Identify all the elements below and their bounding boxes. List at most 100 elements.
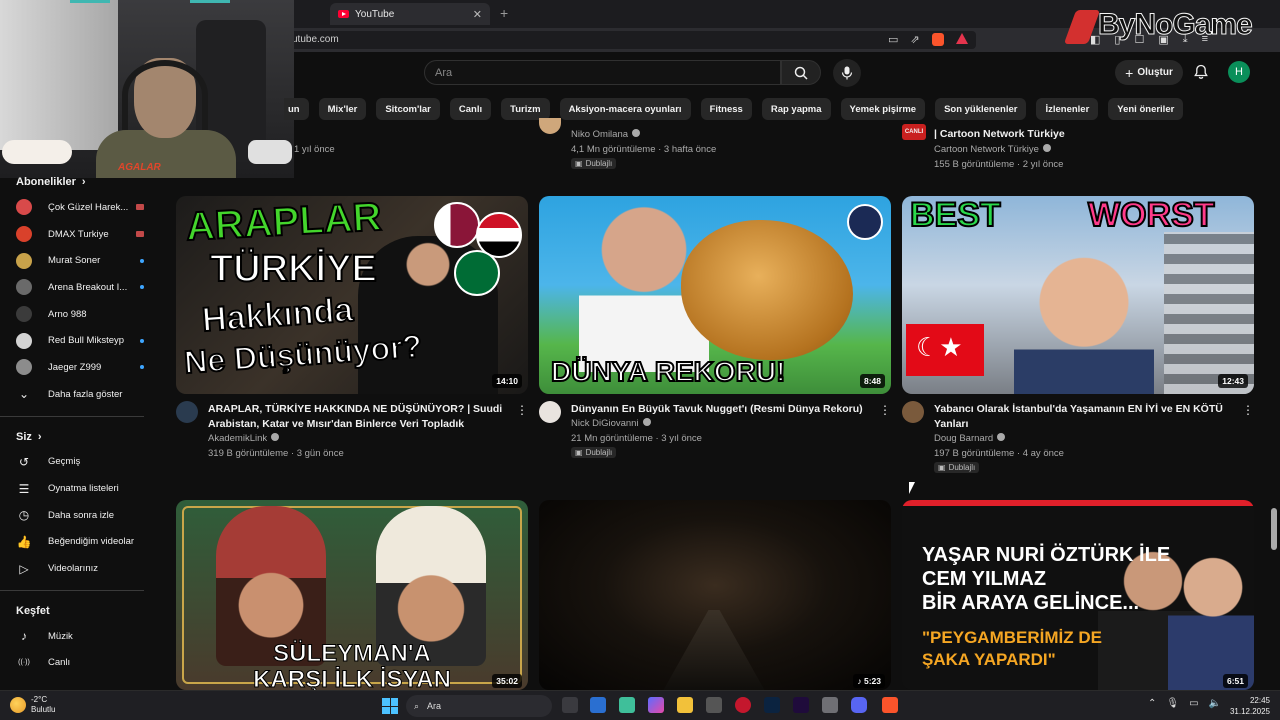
chip-11[interactable]: Yeni öneriler: [1108, 98, 1184, 120]
chip-0[interactable]: un: [284, 98, 309, 120]
sidebar-item-like[interactable]: 👍 Beğendiğim videolar: [0, 529, 160, 556]
app-icon[interactable]: [706, 697, 722, 713]
share-icon[interactable]: ⇗: [910, 33, 919, 46]
dubbed-badge: ▣ Dublajlı: [934, 462, 980, 473]
search-input[interactable]: Ara: [424, 60, 781, 85]
microphone-tray-icon[interactable]: 🎙: [1166, 698, 1179, 709]
video-thumbnail[interactable]: SÜLEYMAN'A KARŞI İLK İSYAN 35:02: [176, 500, 528, 690]
taskbar-search-label: Ara: [427, 701, 442, 711]
you-header[interactable]: Siz ›: [0, 425, 160, 449]
subscription-item[interactable]: Jaeger Z999: [0, 354, 160, 381]
subscriptions-header[interactable]: Abonelikler ›: [0, 170, 160, 194]
close-tab-icon[interactable]: ✕: [473, 8, 482, 21]
chip-5[interactable]: Aksiyon-macera oyunları: [559, 98, 691, 120]
video-thumbnail[interactable]: ♪ 5:23: [539, 500, 891, 690]
display-icon[interactable]: ▭: [1189, 698, 1198, 709]
chip-9[interactable]: Son yüklenenler: [935, 98, 1027, 120]
subscription-item[interactable]: Red Bull Miksteyp: [0, 327, 160, 354]
sidebar-item-label: Beğendiğim videolar: [48, 536, 135, 548]
sidebar-item-video[interactable]: ▷ Videolarınız: [0, 555, 160, 582]
capture-app-icon[interactable]: [822, 697, 838, 713]
prev-video-channel-right[interactable]: Cartoon Network Türkiye: [934, 144, 1051, 155]
thumb-text: KARŞI İLK İSYAN: [253, 666, 452, 691]
sidebar-item-music[interactable]: ♪ Müzik: [0, 623, 160, 650]
discord-app-icon[interactable]: [851, 697, 867, 713]
chip-1[interactable]: Mix'ler: [318, 98, 367, 120]
chip-8[interactable]: Yemek pişirme: [840, 98, 926, 120]
channel-avatar[interactable]: [539, 118, 561, 134]
prev-video-channel-mid[interactable]: Niko Omilana: [571, 129, 641, 140]
widgets-app-icon[interactable]: [590, 697, 606, 713]
video-thumbnail[interactable]: BEST WORST 12:43: [902, 196, 1254, 394]
create-button[interactable]: + Oluştur: [1115, 60, 1183, 85]
nugget-image: [681, 220, 853, 360]
chip-7[interactable]: Rap yapma: [761, 98, 831, 120]
video-channel[interactable]: AkademikLink: [208, 433, 280, 444]
channel-avatar[interactable]: [902, 401, 924, 423]
sidebar-item-live[interactable]: ((·)) Canlı: [0, 650, 160, 677]
video-thumbnail[interactable]: DÜNYA REKORU! 8:48: [539, 196, 891, 394]
cast-icon[interactable]: ▭: [888, 33, 898, 46]
taskbar-search[interactable]: ⌕ Ara: [406, 695, 552, 717]
notifications-bell-icon[interactable]: [1193, 64, 1209, 80]
search-button[interactable]: [781, 60, 821, 85]
new-tab-icon[interactable]: +: [500, 5, 508, 21]
sidebar-item-history[interactable]: ↺ Geçmiş: [0, 449, 160, 476]
show-more-button[interactable]: ⌄ Daha fazla göster: [0, 381, 160, 408]
opera-app-icon[interactable]: [735, 697, 751, 713]
channel-avatar[interactable]: [539, 401, 561, 423]
qatar-flag: [434, 202, 480, 248]
thumb-text: Hakkında: [200, 290, 355, 340]
more-options-icon[interactable]: ⋮: [516, 403, 528, 417]
brave-app-icon[interactable]: [882, 697, 898, 713]
brave-rewards-icon[interactable]: [955, 33, 968, 44]
chip-10[interactable]: İzlenenler: [1036, 98, 1099, 120]
subscription-item[interactable]: Murat Soner: [0, 247, 160, 274]
video-channel[interactable]: Nick DiGiovanni: [571, 418, 651, 429]
sidebar-item-playlist[interactable]: ☰ Oynatma listeleri: [0, 475, 160, 502]
more-options-icon[interactable]: ⋮: [879, 403, 891, 417]
video-title[interactable]: Yabancı Olarak İstanbul'da Yaşamanın EN …: [934, 402, 1234, 432]
channel-avatar[interactable]: [176, 401, 198, 423]
voice-search-button[interactable]: [833, 59, 861, 87]
thumb-text: BİR ARAYA GELİNCE...: [922, 592, 1140, 614]
file-explorer-icon[interactable]: [677, 697, 693, 713]
photoshop-app-icon[interactable]: [764, 697, 780, 713]
copilot-app-icon[interactable]: [648, 697, 664, 713]
task-view-icon[interactable]: [562, 697, 578, 713]
weather-widget[interactable]: -2°C Bulutlu: [10, 695, 55, 715]
video-thumbnail[interactable]: YAŞAR NURİ ÖZTÜRK İLE CEM YILMAZ BİR ARA…: [902, 500, 1254, 690]
video-thumbnail[interactable]: ARAPLAR TÜRKİYE Hakkında Ne Düşünüyor? 1…: [176, 196, 528, 394]
chip-6[interactable]: Fitness: [700, 98, 752, 120]
sidebar-item-clock[interactable]: ◷ Daha sonra izle: [0, 502, 160, 529]
thumb-text: DÜNYA REKORU!: [550, 355, 786, 388]
search-placeholder: Ara: [435, 67, 453, 79]
subscription-item[interactable]: Çok Güzel Harek...: [0, 194, 160, 221]
url-field[interactable]: utube.com: [282, 31, 976, 49]
system-clock[interactable]: 22:45 31.12.2025: [1224, 695, 1270, 717]
subscription-item[interactable]: DMAX Turkiye: [0, 221, 160, 248]
video-channel[interactable]: Doug Barnard: [934, 433, 1006, 444]
video-title[interactable]: Dünyanın En Büyük Tavuk Nugget'ı (Resmi …: [571, 402, 871, 417]
premiere-app-icon[interactable]: [793, 697, 809, 713]
start-button[interactable]: [382, 698, 398, 714]
tab-youtube[interactable]: YouTube ✕: [330, 3, 490, 25]
chevron-up-icon[interactable]: ⌃: [1148, 698, 1156, 709]
page-scrollbar[interactable]: [1271, 508, 1277, 550]
brave-shields-icon[interactable]: [931, 33, 944, 46]
store-app-icon[interactable]: [619, 697, 635, 713]
chip-2[interactable]: Sitcom'lar: [376, 98, 440, 120]
subscription-item[interactable]: Arena Breakout I...: [0, 274, 160, 301]
chip-3[interactable]: Canlı: [449, 98, 492, 120]
sidebar: Abonelikler › Çok Güzel Harek... DMAX Tur…: [0, 170, 160, 690]
volume-icon[interactable]: 🔈: [1209, 698, 1221, 709]
account-avatar[interactable]: H: [1228, 61, 1250, 83]
video-title[interactable]: ARAPLAR, TÜRKİYE HAKKINDA NE DÜŞÜNÜYOR? …: [208, 402, 508, 432]
thumb-text: CEM YILMAZ: [922, 568, 1047, 590]
chip-4[interactable]: Turizm: [501, 98, 550, 120]
explore-header: Keşfet: [0, 599, 160, 623]
more-options-icon[interactable]: ⋮: [1242, 403, 1254, 417]
prev-video-stats-right: 155 B görüntüleme · 2 yıl önce: [934, 159, 1064, 170]
subscription-item[interactable]: Arno 988: [0, 301, 160, 328]
prev-video-title-right[interactable]: | Cartoon Network Türkiye: [934, 128, 1065, 140]
